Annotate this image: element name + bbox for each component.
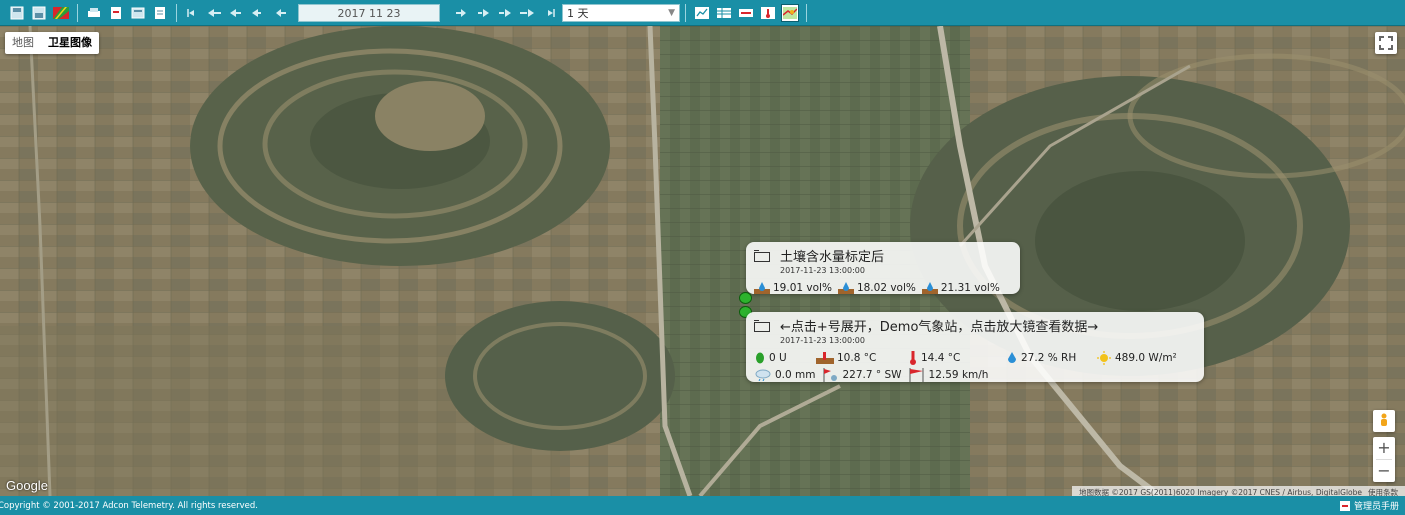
- map-icon[interactable]: [781, 3, 799, 22]
- expand-icon[interactable]: [754, 319, 770, 332]
- street-view-pegman[interactable]: [1373, 410, 1395, 432]
- range-select-value: 1 天: [567, 6, 589, 20]
- map-type-map[interactable]: 地图: [5, 32, 41, 54]
- fullscreen-icon: [1379, 36, 1393, 50]
- air-temperature-value: 14.4 °C: [921, 352, 961, 364]
- prev-icon[interactable]: [272, 4, 290, 22]
- satellite-imagery: [0, 26, 1405, 496]
- weather-station-popup[interactable]: ←点击+号展开，Demo气象站，点击放大镜查看数据→ 2017-11-23 13…: [746, 312, 1204, 382]
- soil-temperature-value: 10.8 °C: [837, 352, 877, 364]
- list-icon[interactable]: [737, 4, 755, 22]
- forward-small-icon[interactable]: [474, 4, 492, 22]
- station-marker[interactable]: [739, 292, 752, 304]
- toolbar-separator: [685, 3, 686, 22]
- toolbar-separator: [806, 3, 807, 22]
- map-data-credit: 地图数据 ©2017 GS(2011)6020 Imagery ©2017 CN…: [1078, 487, 1362, 497]
- solar-radiation-value: 489.0 W/m²: [1115, 352, 1177, 364]
- moisture-reading: 21.31 vol%: [940, 282, 1000, 294]
- rain-icon: [755, 369, 771, 381]
- forward-medium-icon[interactable]: [496, 4, 514, 22]
- map-type-control: 地图 卫星图像: [5, 32, 99, 54]
- terms-link[interactable]: 使用条款: [1368, 487, 1398, 497]
- soil-moisture-icon: [921, 282, 938, 294]
- toolbar: 2017 11 23 1 天 ▼: [0, 0, 1405, 26]
- flag-icon[interactable]: [52, 4, 70, 22]
- leaf-wetness-value: 0 U: [769, 352, 787, 364]
- pdf-icon[interactable]: [107, 4, 125, 22]
- zoom-control: + −: [1373, 437, 1395, 482]
- print-icon[interactable]: [85, 4, 103, 22]
- toolbar-separator: [77, 3, 78, 22]
- save-icon[interactable]: [8, 4, 26, 22]
- map-type-satellite[interactable]: 卫星图像: [41, 32, 99, 54]
- footer: Copyright © 2001-2017 Adcon Telemetry. A…: [0, 496, 1405, 515]
- rain-value: 0.0 mm: [775, 369, 816, 381]
- wind-speed-value: 12.59 km/h: [928, 369, 989, 381]
- satellite-map[interactable]: 地图 卫星图像 土壤含水量标定后 2017-11-23 13:00:00 19.…: [0, 26, 1405, 496]
- pegman-icon: [1381, 413, 1387, 426]
- next-icon[interactable]: [452, 4, 470, 22]
- map-attribution: 地图数据 ©2017 GS(2011)6020 Imagery ©2017 CN…: [1071, 486, 1405, 497]
- soil-temperature-icon: [816, 352, 834, 364]
- forward-large-icon[interactable]: [518, 4, 536, 22]
- chart-icon[interactable]: [693, 4, 711, 22]
- popup-title: ←点击+号展开，Demo气象站，点击放大镜查看数据→: [780, 320, 1099, 335]
- zoom-in-button[interactable]: +: [1373, 437, 1395, 459]
- humidity-value: 27.2 % RH: [1021, 352, 1077, 364]
- pdf-icon: [1339, 500, 1350, 511]
- chevron-down-icon: ▼: [668, 7, 675, 18]
- humidity-icon: [1008, 352, 1016, 363]
- toolbar-separator: [176, 3, 177, 22]
- fullscreen-button[interactable]: [1375, 32, 1397, 54]
- soil-moisture-icon: [754, 282, 770, 294]
- google-logo: Google: [6, 478, 48, 493]
- popup-timestamp: 2017-11-23 13:00:00: [780, 266, 865, 275]
- date-field[interactable]: 2017 11 23: [298, 3, 440, 22]
- wind-direction-icon: [823, 368, 837, 382]
- wind-direction-value: 227.7 ° SW: [842, 369, 902, 381]
- air-temperature-icon: [910, 351, 916, 365]
- zoom-out-button[interactable]: −: [1373, 460, 1395, 482]
- moisture-reading: 19.01 vol%: [773, 282, 832, 294]
- moisture-reading: 18.02 vol%: [856, 282, 916, 294]
- last-icon[interactable]: [540, 4, 558, 22]
- table-icon[interactable]: [715, 4, 733, 22]
- copyright-text: Copyright © 2001-2017 Adcon Telemetry. A…: [0, 500, 259, 511]
- soil-moisture-icon: [837, 282, 854, 294]
- soil-moisture-popup[interactable]: 土壤含水量标定后 2017-11-23 13:00:00 19.01 vol% …: [746, 242, 1020, 294]
- popup-title: 土壤含水量标定后: [780, 250, 885, 265]
- back-large-icon[interactable]: [206, 4, 224, 22]
- first-icon[interactable]: [184, 4, 202, 22]
- back-medium-icon[interactable]: [228, 4, 246, 22]
- range-select[interactable]: 1 天 ▼: [562, 3, 680, 22]
- wind-speed-icon: [909, 368, 924, 382]
- leaf-wetness-icon: [756, 352, 764, 364]
- thermometer-icon[interactable]: [759, 4, 777, 22]
- back-small-icon[interactable]: [250, 4, 268, 22]
- admin-manual-link[interactable]: 管理员手册: [1354, 499, 1399, 512]
- document-icon[interactable]: [151, 4, 169, 22]
- calculator-icon[interactable]: [129, 4, 147, 22]
- popup-timestamp: 2017-11-23 13:00:00: [780, 336, 865, 345]
- save-as-icon[interactable]: [30, 4, 48, 22]
- expand-icon[interactable]: [754, 249, 770, 262]
- solar-radiation-icon: [1097, 351, 1111, 365]
